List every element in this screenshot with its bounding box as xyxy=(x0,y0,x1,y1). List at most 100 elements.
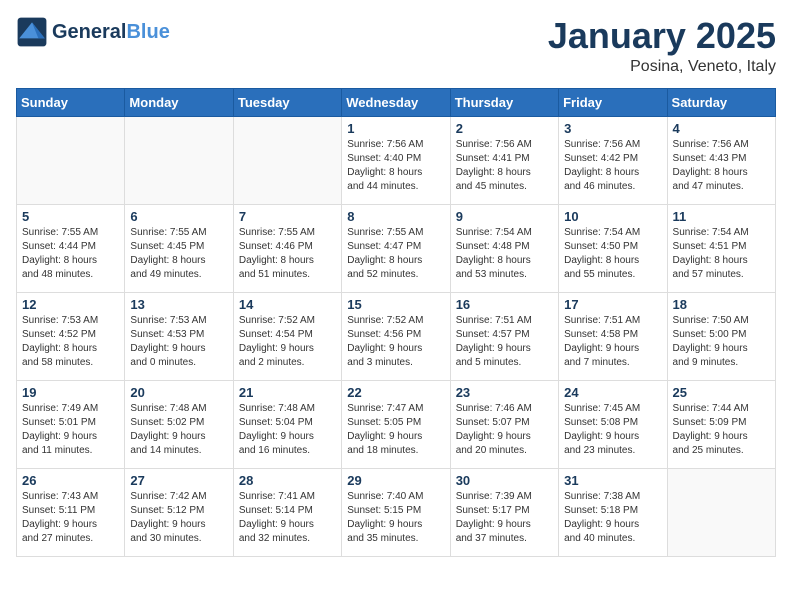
calendar-cell: 24 Sunrise: 7:45 AMSunset: 5:08 PMDayligh… xyxy=(559,380,667,468)
day-number: 20 xyxy=(130,385,227,400)
calendar-cell: 15Sunrise: 7:52 AMSunset: 4:56 PMDayligh… xyxy=(342,292,450,380)
day-number: 13 xyxy=(130,297,227,312)
calendar-cell: 29 Sunrise: 7:40 AMSunset: 5:15 PMDayligh… xyxy=(342,468,450,556)
day-number: 5 xyxy=(22,209,119,224)
day-number: 31 xyxy=(564,473,661,488)
weekday-header-row: SundayMondayTuesdayWednesdayThursdayFrid… xyxy=(17,88,776,116)
day-number: 22 xyxy=(347,385,444,400)
day-info: Sunrise: 7:42 AMSunset: 5:12 PMDaylight:… xyxy=(130,490,227,546)
weekday-header: Sunday xyxy=(17,88,125,116)
day-info: Sunrise: 7:54 AMSunset: 4:48 PMDaylight:… xyxy=(456,226,553,282)
calendar-cell: 8 Sunrise: 7:55 AMSunset: 4:47 PMDaylight… xyxy=(342,204,450,292)
calendar-cell: 11 Sunrise: 7:54 AMSunset: 4:51 PMDayligh… xyxy=(667,204,775,292)
day-info: Sunrise: 7:55 AMSunset: 4:47 PMDaylight:… xyxy=(347,226,444,282)
day-info: Sunrise: 7:54 AMSunset: 4:51 PMDaylight:… xyxy=(673,226,770,282)
calendar-cell: 21 Sunrise: 7:48 AMSunset: 5:04 PMDayligh… xyxy=(233,380,341,468)
calendar-cell: 20 Sunrise: 7:48 AMSunset: 5:02 PMDayligh… xyxy=(125,380,233,468)
weekday-header: Monday xyxy=(125,88,233,116)
day-info: Sunrise: 7:48 AMSunset: 5:04 PMDaylight:… xyxy=(239,402,336,458)
logo: GeneralBlue xyxy=(16,16,170,48)
logo-text: GeneralBlue xyxy=(52,21,170,43)
calendar-cell: 25Sunrise: 7:44 AMSunset: 5:09 PMDayligh… xyxy=(667,380,775,468)
day-info: Sunrise: 7:44 AMSunset: 5:09 PMDaylight:… xyxy=(673,402,770,458)
day-number: 14 xyxy=(239,297,336,312)
day-info: Sunrise: 7:52 AMSunset: 4:56 PMDaylight:… xyxy=(347,314,444,370)
day-number: 19 xyxy=(22,385,119,400)
day-info: Sunrise: 7:55 AMSunset: 4:45 PMDaylight:… xyxy=(130,226,227,282)
calendar-cell: 4Sunrise: 7:56 AMSunset: 4:43 PMDaylight… xyxy=(667,116,775,204)
weekday-header: Saturday xyxy=(667,88,775,116)
calendar-cell: 26 Sunrise: 7:43 AMSunset: 5:11 PMDayligh… xyxy=(17,468,125,556)
day-number: 4 xyxy=(673,121,770,136)
day-number: 3 xyxy=(564,121,661,136)
calendar: SundayMondayTuesdayWednesdayThursdayFrid… xyxy=(16,88,776,557)
day-number: 30 xyxy=(456,473,553,488)
day-number: 8 xyxy=(347,209,444,224)
day-number: 12 xyxy=(22,297,119,312)
calendar-cell xyxy=(667,468,775,556)
day-info: Sunrise: 7:54 AMSunset: 4:50 PMDaylight:… xyxy=(564,226,661,282)
calendar-cell: 17 Sunrise: 7:51 AMSunset: 4:58 PMDayligh… xyxy=(559,292,667,380)
calendar-cell: 18 Sunrise: 7:50 AMSunset: 5:00 PMDayligh… xyxy=(667,292,775,380)
day-number: 11 xyxy=(673,209,770,224)
location: Posina, Veneto, Italy xyxy=(548,58,776,76)
calendar-cell: 6 Sunrise: 7:55 AMSunset: 4:45 PMDaylight… xyxy=(125,204,233,292)
day-info: Sunrise: 7:53 AMSunset: 4:53 PMDaylight:… xyxy=(130,314,227,370)
calendar-week-row: 26 Sunrise: 7:43 AMSunset: 5:11 PMDayligh… xyxy=(17,468,776,556)
title-block: January 2025 Posina, Veneto, Italy xyxy=(548,16,776,76)
calendar-cell: 27Sunrise: 7:42 AMSunset: 5:12 PMDayligh… xyxy=(125,468,233,556)
calendar-cell xyxy=(125,116,233,204)
calendar-cell xyxy=(17,116,125,204)
page-header: GeneralBlue January 2025 Posina, Veneto,… xyxy=(16,16,776,76)
day-info: Sunrise: 7:56 AMSunset: 4:40 PMDaylight:… xyxy=(347,138,444,194)
calendar-cell: 14 Sunrise: 7:52 AMSunset: 4:54 PMDayligh… xyxy=(233,292,341,380)
weekday-header: Thursday xyxy=(450,88,558,116)
day-number: 16 xyxy=(456,297,553,312)
day-number: 7 xyxy=(239,209,336,224)
weekday-header: Friday xyxy=(559,88,667,116)
weekday-header: Wednesday xyxy=(342,88,450,116)
calendar-cell: 22 Sunrise: 7:47 AMSunset: 5:05 PMDayligh… xyxy=(342,380,450,468)
calendar-cell: 10 Sunrise: 7:54 AMSunset: 4:50 PMDayligh… xyxy=(559,204,667,292)
day-info: Sunrise: 7:50 AMSunset: 5:00 PMDaylight:… xyxy=(673,314,770,370)
calendar-cell: 28Sunrise: 7:41 AMSunset: 5:14 PMDayligh… xyxy=(233,468,341,556)
day-number: 29 xyxy=(347,473,444,488)
day-info: Sunrise: 7:43 AMSunset: 5:11 PMDaylight:… xyxy=(22,490,119,546)
day-info: Sunrise: 7:55 AMSunset: 4:44 PMDaylight:… xyxy=(22,226,119,282)
calendar-cell: 16 Sunrise: 7:51 AMSunset: 4:57 PMDayligh… xyxy=(450,292,558,380)
day-number: 2 xyxy=(456,121,553,136)
day-info: Sunrise: 7:52 AMSunset: 4:54 PMDaylight:… xyxy=(239,314,336,370)
calendar-week-row: 12 Sunrise: 7:53 AMSunset: 4:52 PMDayligh… xyxy=(17,292,776,380)
weekday-header: Tuesday xyxy=(233,88,341,116)
day-number: 24 xyxy=(564,385,661,400)
day-info: Sunrise: 7:45 AMSunset: 5:08 PMDaylight:… xyxy=(564,402,661,458)
day-info: Sunrise: 7:51 AMSunset: 4:57 PMDaylight:… xyxy=(456,314,553,370)
calendar-cell: 12 Sunrise: 7:53 AMSunset: 4:52 PMDayligh… xyxy=(17,292,125,380)
day-number: 23 xyxy=(456,385,553,400)
calendar-cell: 9 Sunrise: 7:54 AMSunset: 4:48 PMDaylight… xyxy=(450,204,558,292)
calendar-week-row: 1 Sunrise: 7:56 AMSunset: 4:40 PMDaylight… xyxy=(17,116,776,204)
calendar-week-row: 5 Sunrise: 7:55 AMSunset: 4:44 PMDaylight… xyxy=(17,204,776,292)
calendar-cell: 2Sunrise: 7:56 AMSunset: 4:41 PMDaylight… xyxy=(450,116,558,204)
calendar-cell xyxy=(233,116,341,204)
month-title: January 2025 xyxy=(548,16,776,56)
day-number: 6 xyxy=(130,209,227,224)
day-number: 17 xyxy=(564,297,661,312)
calendar-cell: 19Sunrise: 7:49 AMSunset: 5:01 PMDayligh… xyxy=(17,380,125,468)
calendar-cell: 3 Sunrise: 7:56 AMSunset: 4:42 PMDaylight… xyxy=(559,116,667,204)
day-info: Sunrise: 7:48 AMSunset: 5:02 PMDaylight:… xyxy=(130,402,227,458)
day-info: Sunrise: 7:51 AMSunset: 4:58 PMDaylight:… xyxy=(564,314,661,370)
day-number: 21 xyxy=(239,385,336,400)
day-number: 26 xyxy=(22,473,119,488)
calendar-cell: 7Sunrise: 7:55 AMSunset: 4:46 PMDaylight… xyxy=(233,204,341,292)
day-info: Sunrise: 7:53 AMSunset: 4:52 PMDaylight:… xyxy=(22,314,119,370)
day-info: Sunrise: 7:47 AMSunset: 5:05 PMDaylight:… xyxy=(347,402,444,458)
day-number: 9 xyxy=(456,209,553,224)
day-number: 18 xyxy=(673,297,770,312)
calendar-cell: 31Sunrise: 7:38 AMSunset: 5:18 PMDayligh… xyxy=(559,468,667,556)
day-info: Sunrise: 7:56 AMSunset: 4:42 PMDaylight:… xyxy=(564,138,661,194)
day-info: Sunrise: 7:40 AMSunset: 5:15 PMDaylight:… xyxy=(347,490,444,546)
calendar-cell: 30Sunrise: 7:39 AMSunset: 5:17 PMDayligh… xyxy=(450,468,558,556)
day-number: 10 xyxy=(564,209,661,224)
day-number: 1 xyxy=(347,121,444,136)
